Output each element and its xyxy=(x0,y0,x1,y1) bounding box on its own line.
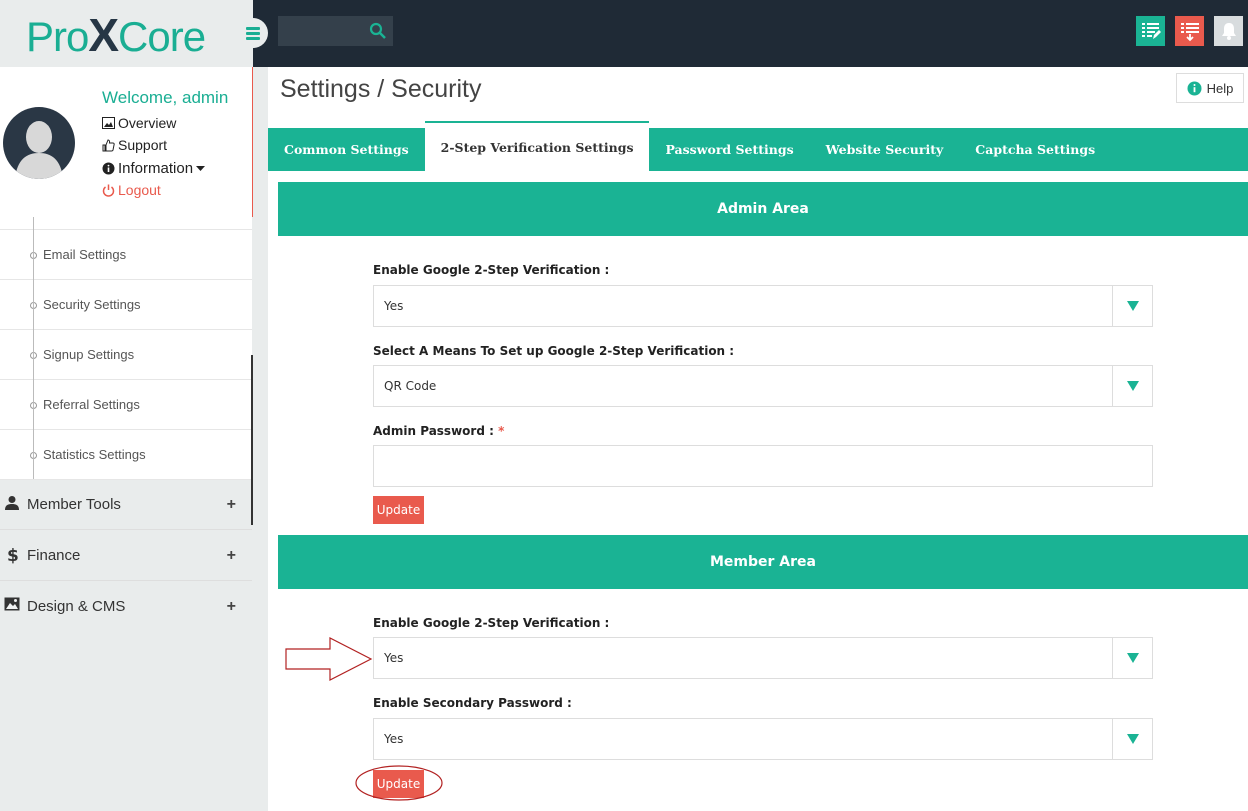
notifications-button[interactable] xyxy=(1214,16,1243,46)
overview-link[interactable]: Overview xyxy=(102,115,176,131)
expand-icon: + xyxy=(226,598,236,615)
image-icon xyxy=(4,597,20,611)
sidebar-item-signup-settings[interactable]: Signup Settings xyxy=(0,330,252,380)
tab-common-settings[interactable]: Common Settings xyxy=(268,128,425,171)
expand-icon: + xyxy=(226,547,236,564)
search-input[interactable] xyxy=(278,16,393,46)
admin-2step-means-select[interactable]: QR Code xyxy=(373,365,1153,407)
profile-panel: Welcome, admin Overview Support Informat… xyxy=(0,67,253,217)
member-area-header: Member Area xyxy=(278,535,1248,589)
tab-website-security[interactable]: Website Security xyxy=(810,128,960,171)
user-icon xyxy=(5,496,19,510)
menu-toggle-button[interactable] xyxy=(238,18,268,48)
search-icon[interactable] xyxy=(369,22,387,40)
content-panel: Common Settings 2-Step Verification Sett… xyxy=(268,108,1248,811)
sidebar-item-referral-settings[interactable]: Referral Settings xyxy=(0,380,252,430)
tab-captcha-settings[interactable]: Captcha Settings xyxy=(959,128,1111,171)
admin-update-button[interactable]: Update xyxy=(373,496,424,524)
sidebar-item-design-cms[interactable]: Design & CMS + xyxy=(0,581,252,617)
thumbs-up-icon xyxy=(102,138,115,151)
menu-icon xyxy=(246,27,260,40)
member-enable-2step-label: Enable Google 2-Step Verification : xyxy=(373,616,610,630)
avatar xyxy=(3,107,75,179)
tab-password-settings[interactable]: Password Settings xyxy=(649,128,809,171)
info-icon xyxy=(102,162,115,175)
sidebar-item-finance[interactable]: $ Finance + xyxy=(0,530,252,581)
expand-icon: + xyxy=(226,496,236,513)
logo[interactable]: ProXCore xyxy=(26,8,206,62)
tab-2-step-verification-settings[interactable]: 2-Step Verification Settings xyxy=(424,121,650,171)
member-update-button[interactable]: Update xyxy=(373,770,424,798)
member-enable-2step-select[interactable]: Yes xyxy=(373,637,1153,679)
sidebar-submenu: Email Settings Security Settings Signup … xyxy=(0,217,252,480)
caret-down-icon xyxy=(196,165,206,171)
edit-list-button[interactable] xyxy=(1136,16,1165,46)
caret-down-icon xyxy=(1126,734,1139,744)
page-title: Settings / Security xyxy=(280,75,482,103)
dollar-icon: $ xyxy=(7,546,19,564)
sidebar-main-menu: Member Tools + $ Finance + Design & CMS … xyxy=(0,479,252,617)
information-dropdown[interactable]: Information xyxy=(102,160,206,177)
sidebar-item-member-tools[interactable]: Member Tools + xyxy=(0,479,252,530)
admin-enable-2step-select[interactable]: Yes xyxy=(373,285,1153,327)
bell-icon xyxy=(1221,23,1236,40)
info-icon xyxy=(1187,81,1202,95)
power-icon xyxy=(102,184,115,197)
settings-tabs: Common Settings 2-Step Verification Sett… xyxy=(268,121,1248,171)
download-list-button[interactable] xyxy=(1175,16,1204,46)
admin-2step-means-label: Select A Means To Set up Google 2-Step V… xyxy=(373,344,735,358)
member-secondary-password-select[interactable]: Yes xyxy=(373,718,1153,760)
sidebar-item-statistics-settings[interactable]: Statistics Settings xyxy=(0,430,252,480)
member-secondary-password-label: Enable Secondary Password : xyxy=(373,696,572,710)
sidebar-item-security-settings[interactable]: Security Settings xyxy=(0,280,252,330)
admin-password-input[interactable] xyxy=(373,445,1153,487)
admin-area-header: Admin Area xyxy=(278,182,1248,236)
support-link[interactable]: Support xyxy=(102,137,167,153)
logout-link[interactable]: Logout xyxy=(102,182,161,198)
caret-down-icon xyxy=(1126,301,1139,311)
edit-list-icon xyxy=(1141,23,1161,39)
page-header: Settings / Security Help xyxy=(268,67,1248,108)
submenu-tree-line xyxy=(33,217,34,479)
help-button[interactable]: Help xyxy=(1176,73,1244,103)
welcome-text: Welcome, admin xyxy=(102,88,229,107)
caret-down-icon xyxy=(1126,381,1139,391)
sidebar-item-email-settings[interactable]: Email Settings xyxy=(0,230,252,280)
admin-password-label: Admin Password : * xyxy=(373,424,505,438)
required-marker: * xyxy=(498,424,505,438)
logo-area: ProXCore xyxy=(0,0,253,67)
caret-down-icon xyxy=(1126,653,1139,663)
top-bar: ProXCore xyxy=(0,0,1248,67)
admin-enable-2step-label: Enable Google 2-Step Verification : xyxy=(373,263,610,277)
submenu-top-spacer xyxy=(0,217,252,230)
svg-text:$: $ xyxy=(7,546,19,564)
download-list-icon xyxy=(1180,23,1199,42)
image-icon xyxy=(102,117,115,129)
user-avatar-icon xyxy=(15,121,63,179)
